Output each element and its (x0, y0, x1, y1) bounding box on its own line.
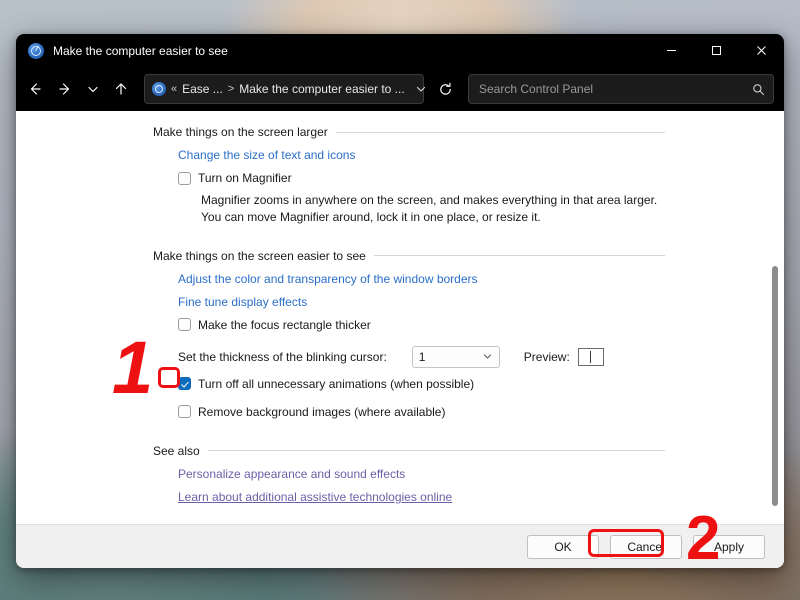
checkbox-turn-on-magnifier[interactable] (178, 171, 191, 185)
section-header-larger: Make things on the screen larger (153, 125, 665, 139)
dialog-button-bar: OK Cancel Apply (16, 524, 784, 568)
caption-buttons (649, 34, 784, 67)
content-area: Make things on the screen larger Change … (16, 111, 784, 524)
section-header-easier-label: Make things on the screen easier to see (153, 248, 366, 263)
settings-scroll-region: Make things on the screen larger Change … (16, 111, 784, 524)
breadcrumb-parent[interactable]: Ease ... (182, 82, 223, 96)
back-button[interactable] (20, 74, 50, 104)
checkbox-label-background-images: Remove background images (where availabl… (198, 404, 446, 419)
section-header-see-also: See also (153, 444, 665, 458)
link-personalize-appearance[interactable]: Personalize appearance and sound effects (178, 467, 405, 481)
search-icon[interactable] (752, 83, 765, 96)
section-header-easier: Make things on the screen easier to see (153, 249, 665, 263)
cursor-thickness-value: 1 (418, 349, 426, 364)
close-button[interactable] (739, 34, 784, 67)
link-assistive-technologies[interactable]: Learn about additional assistive technol… (178, 490, 452, 504)
link-fine-tune-display-effects[interactable]: Fine tune display effects (178, 295, 307, 309)
settings-column: Make things on the screen larger Change … (153, 125, 665, 524)
window-titlebar: Make the computer easier to see (16, 34, 784, 67)
breadcrumb-ease-of-access-icon (152, 82, 166, 96)
recent-locations-chevron-down-icon[interactable] (80, 74, 106, 104)
section-header-larger-label: Make things on the screen larger (153, 125, 328, 139)
checkbox-row-magnifier[interactable]: Turn on Magnifier (178, 171, 292, 185)
control-panel-window: Make the computer easier to see « Ease .… (16, 34, 784, 568)
up-button[interactable] (106, 74, 136, 104)
window-title: Make the computer easier to see (53, 43, 228, 58)
address-bar[interactable]: « Ease ... > Make the computer easier to… (144, 74, 425, 104)
checkbox-turn-off-animations[interactable] (178, 377, 191, 391)
link-adjust-color-transparency[interactable]: Adjust the color and transparency of the… (178, 272, 478, 286)
checkbox-label-magnifier: Turn on Magnifier (198, 171, 292, 185)
ease-of-access-icon (28, 42, 44, 59)
cursor-thickness-row: Set the thickness of the blinking cursor… (178, 345, 665, 368)
magnifier-description: Magnifier zooms in anywhere on the scree… (201, 193, 658, 225)
refresh-icon[interactable] (430, 75, 460, 103)
checkbox-row-animations[interactable]: Turn off all unnecessary animations (whe… (178, 377, 474, 391)
checkbox-row-background-images[interactable]: Remove background images (where availabl… (178, 405, 445, 419)
chevron-down-icon (482, 351, 493, 362)
apply-button[interactable]: Apply (693, 534, 765, 559)
checkbox-focus-rectangle-thicker[interactable] (178, 318, 191, 332)
content-scrollbar[interactable] (768, 111, 782, 524)
breadcrumb-current[interactable]: Make the computer easier to ... (239, 82, 404, 96)
cancel-button[interactable]: Cancel (610, 534, 682, 559)
section-divider (207, 450, 665, 452)
preview-label: Preview: (523, 349, 570, 364)
section-header-see-also-label: See also (153, 443, 200, 458)
search-input[interactable] (477, 81, 752, 97)
forward-button[interactable] (50, 74, 80, 104)
link-change-size-of-text-and-icons[interactable]: Change the size of text and icons (178, 148, 355, 162)
section-divider (335, 131, 665, 133)
navigation-bar: « Ease ... > Make the computer easier to… (16, 67, 784, 111)
checkbox-label-animations: Turn off all unnecessary animations (whe… (198, 376, 475, 391)
maximize-button[interactable] (694, 34, 739, 67)
ok-button[interactable]: OK (527, 534, 599, 559)
breadcrumb-separator-icon: > (227, 83, 235, 95)
checkbox-remove-background-images[interactable] (178, 405, 191, 419)
checkbox-label-focus-rectangle: Make the focus rectangle thicker (198, 317, 371, 332)
section-divider (373, 255, 665, 257)
scrollbar-thumb[interactable] (772, 266, 778, 506)
minimize-button[interactable] (649, 34, 694, 67)
cursor-thickness-label: Set the thickness of the blinking cursor… (178, 349, 387, 364)
checkbox-row-focus-rectangle[interactable]: Make the focus rectangle thicker (178, 318, 371, 332)
preview-caret (590, 350, 592, 363)
search-box[interactable] (468, 74, 774, 104)
cursor-preview-box (577, 347, 604, 366)
breadcrumb-overflow-icon[interactable]: « (171, 83, 177, 95)
cursor-thickness-dropdown[interactable]: 1 (411, 345, 500, 368)
